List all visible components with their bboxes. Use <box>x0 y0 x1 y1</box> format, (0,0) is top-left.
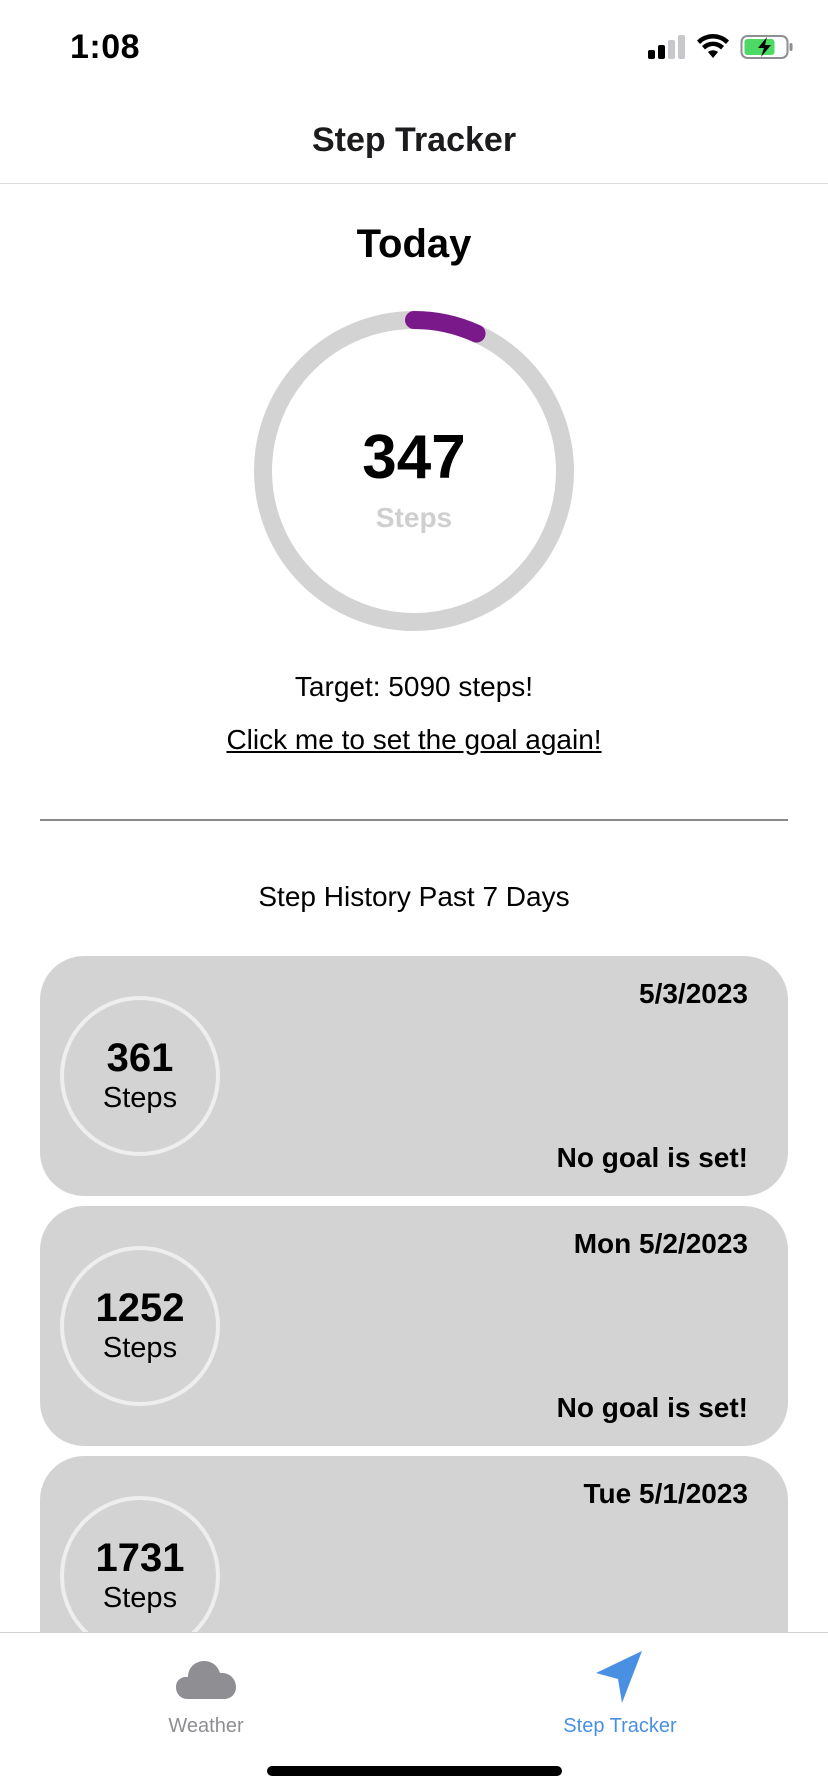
today-step-count: 347 <box>362 423 466 492</box>
history-step-unit: Steps <box>102 1082 178 1114</box>
tab-weather-label: Weather <box>168 1715 244 1737</box>
history-date: Mon 5/2/2023 <box>573 1228 748 1259</box>
home-indicator <box>267 1766 562 1776</box>
page-title: Step Tracker <box>311 121 517 159</box>
history-card: 1252 Steps Mon 5/2/2023 No goal is set! <box>40 1206 788 1446</box>
tab-step-tracker-label: Step Tracker <box>563 1715 677 1737</box>
history-goal-status: No goal is set! <box>556 1142 748 1173</box>
history-goal-status: No goal is set! <box>556 1392 748 1423</box>
history-list[interactable]: 361 Steps 5/3/2023 No goal is set! 1252 … <box>40 956 788 1632</box>
wifi-icon <box>697 34 729 58</box>
history-date: 5/3/2023 <box>639 978 748 1009</box>
history-step-circle: 361 Steps <box>60 996 220 1156</box>
set-goal-link[interactable]: Click me to set the goal again! <box>0 724 828 756</box>
history-card: 1731 Steps Tue 5/1/2023 <box>40 1456 788 1632</box>
nav-header: Step Tracker <box>0 96 828 184</box>
status-bar: 1:08 <box>0 0 828 96</box>
tab-weather[interactable]: Weather <box>106 1647 306 1738</box>
cloud-icon <box>176 1661 236 1699</box>
history-step-count: 361 <box>106 1036 174 1080</box>
status-icons <box>646 34 794 60</box>
history-date: Tue 5/1/2023 <box>583 1478 748 1509</box>
today-title: Today <box>356 222 472 266</box>
history-step-unit: Steps <box>102 1332 178 1364</box>
cellular-signal-icon <box>648 35 685 59</box>
history-title: Step History Past 7 Days <box>258 881 570 912</box>
step-progress-ring: 347 Steps <box>253 310 575 632</box>
history-card: 361 Steps 5/3/2023 No goal is set! <box>40 956 788 1196</box>
history-step-circle: 1252 Steps <box>60 1246 220 1406</box>
history-step-unit: Steps <box>102 1582 178 1614</box>
section-divider <box>40 819 788 821</box>
history-step-circle: 1731 Steps <box>60 1496 220 1632</box>
history-step-count: 1252 <box>95 1286 185 1330</box>
location-arrow-icon <box>596 1651 642 1703</box>
history-step-count: 1731 <box>95 1536 185 1580</box>
battery-charging-icon <box>740 35 793 59</box>
target-text: Target: 5090 steps! <box>294 671 534 702</box>
today-step-unit: Steps <box>375 502 453 533</box>
status-time: 1:08 <box>70 28 141 66</box>
tab-step-tracker[interactable]: Step Tracker <box>520 1647 720 1738</box>
